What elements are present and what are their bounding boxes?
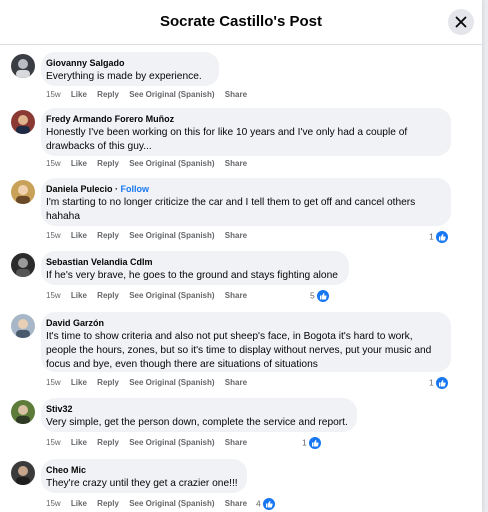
comment-actions: 15w Like Reply See Original (Spanish) Sh…: [46, 90, 255, 100]
comment-time[interactable]: 15w: [46, 159, 61, 168]
comment-text-line: drawbacks of this guy...: [46, 141, 152, 152]
comment-text-line: It's time to show criteria and also not …: [46, 331, 413, 342]
comment-actions: 15w Like Reply See Original (Spanish) Sh…: [46, 291, 255, 301]
commenter-name-link[interactable]: Daniela Pulecio: [46, 184, 113, 194]
commenter-name[interactable]: David Garzón: [46, 317, 442, 329]
reply-button[interactable]: Reply: [97, 159, 119, 168]
share-button[interactable]: Share: [225, 378, 247, 387]
comment-bubble: Cheo Mic They're crazy until they get a …: [41, 459, 247, 493]
avatar[interactable]: [11, 253, 35, 277]
reply-button[interactable]: Reply: [97, 438, 119, 447]
commenter-name: Daniela Pulecio · Follow: [46, 184, 150, 194]
reaction-count[interactable]: 1: [429, 230, 449, 244]
comment-text-line: Honestly I've been working on this for l…: [46, 127, 408, 138]
like-button[interactable]: Like: [71, 378, 87, 387]
reply-button[interactable]: Reply: [97, 378, 119, 387]
comment-bubble: David Garzón It's time to show criteria …: [41, 312, 451, 372]
share-button[interactable]: Share: [225, 90, 247, 99]
reply-button[interactable]: Reply: [97, 90, 119, 99]
reaction-count[interactable]: 5: [310, 289, 330, 303]
avatar[interactable]: [11, 461, 35, 485]
reaction-count-number: 5: [310, 290, 315, 301]
see-original-button[interactable]: See Original (Spanish): [129, 231, 214, 240]
share-button[interactable]: Share: [225, 159, 247, 168]
comment-text-line: They're crazy until they get a crazier o…: [46, 478, 238, 489]
commenter-name[interactable]: Stiv32: [46, 403, 348, 415]
avatar[interactable]: [11, 314, 35, 338]
reaction-count[interactable]: 4: [256, 497, 276, 511]
close-icon: [455, 16, 467, 28]
comment-time[interactable]: 15w: [46, 90, 61, 99]
commenter-name[interactable]: Sebastian Velandia Cdlm: [46, 256, 340, 268]
like-button[interactable]: Like: [71, 159, 87, 168]
reply-button[interactable]: Reply: [97, 231, 119, 240]
reaction-count[interactable]: 1: [302, 436, 322, 450]
comment-time[interactable]: 15w: [46, 231, 61, 240]
comment-text-line: hahaha: [46, 211, 80, 222]
see-original-button[interactable]: See Original (Spanish): [129, 90, 214, 99]
comment-text-line: I'm starting to no longer criticize the …: [46, 197, 416, 208]
share-button[interactable]: Share: [225, 499, 247, 508]
like-button[interactable]: Like: [71, 231, 87, 240]
like-button[interactable]: Like: [71, 90, 87, 99]
close-button[interactable]: [448, 9, 474, 35]
share-button[interactable]: Share: [225, 438, 247, 447]
share-button[interactable]: Share: [225, 231, 247, 240]
comment-actions: 15w Like Reply See Original (Spanish) Sh…: [46, 499, 255, 509]
comment-text-line: If he's very brave, he goes to the groun…: [46, 270, 338, 281]
comment-actions: 15w Like Reply See Original (Spanish) Sh…: [46, 159, 255, 169]
share-button[interactable]: Share: [225, 291, 247, 300]
comment-actions: 15w Like Reply See Original (Spanish) Sh…: [46, 231, 255, 241]
comment-text-line: focus and bye, even though there are sit…: [46, 359, 318, 370]
reply-button[interactable]: Reply: [97, 291, 119, 300]
comment-time[interactable]: 15w: [46, 438, 61, 447]
see-original-button[interactable]: See Original (Spanish): [129, 438, 214, 447]
comment-time[interactable]: 15w: [46, 499, 61, 508]
comment-actions: 15w Like Reply See Original (Spanish) Sh…: [46, 378, 255, 388]
modal-header: Socrate Castillo's Post: [0, 0, 482, 45]
like-icon: [434, 376, 449, 390]
like-icon: [261, 497, 276, 511]
see-original-button[interactable]: See Original (Spanish): [129, 378, 214, 387]
comment-actions: 15w Like Reply See Original (Spanish) Sh…: [46, 438, 255, 448]
comment-bubble: Stiv32 Very simple, get the person down,…: [41, 398, 357, 432]
follow-link[interactable]: Follow: [121, 184, 150, 194]
comment-bubble: Giovanny Salgado Everything is made by e…: [41, 52, 219, 86]
comment-text-line: people the hours, zones, but so it's tim…: [46, 345, 432, 356]
like-button[interactable]: Like: [71, 499, 87, 508]
commenter-name[interactable]: Fredy Armando Forero Muñoz: [46, 113, 442, 125]
avatar[interactable]: [11, 110, 35, 134]
comment-text-line: Everything is made by experience.: [46, 71, 202, 82]
commenter-name[interactable]: Giovanny Salgado: [46, 57, 210, 69]
avatar[interactable]: [11, 400, 35, 424]
reaction-count[interactable]: 1: [429, 376, 449, 390]
reaction-count-number: 1: [429, 231, 434, 242]
comment-time[interactable]: 15w: [46, 378, 61, 387]
reaction-count-number: 1: [429, 377, 434, 388]
modal-title: Socrate Castillo's Post: [160, 13, 322, 30]
like-button[interactable]: Like: [71, 438, 87, 447]
avatar[interactable]: [11, 180, 35, 204]
comment-text-line: Very simple, get the person down, comple…: [46, 417, 348, 428]
comment-time[interactable]: 15w: [46, 291, 61, 300]
reply-button[interactable]: Reply: [97, 499, 119, 508]
comment-bubble: Fredy Armando Forero Muñoz Honestly I've…: [41, 108, 451, 156]
reaction-count-number: 1: [302, 437, 307, 448]
see-original-button[interactable]: See Original (Spanish): [129, 499, 214, 508]
avatar[interactable]: [11, 54, 35, 78]
see-original-button[interactable]: See Original (Spanish): [129, 291, 214, 300]
comment-bubble: Sebastian Velandia Cdlm If he's very bra…: [41, 251, 349, 285]
post-modal: Socrate Castillo's Post Giovanny Salgado…: [0, 0, 482, 512]
commenter-name[interactable]: Cheo Mic: [46, 464, 238, 476]
see-original-button[interactable]: See Original (Spanish): [129, 159, 214, 168]
like-icon: [315, 289, 330, 303]
reaction-count-number: 4: [256, 498, 261, 509]
comment-bubble: Daniela Pulecio · Follow I'm starting to…: [41, 178, 451, 226]
like-icon: [434, 230, 449, 244]
like-icon: [307, 436, 322, 450]
like-button[interactable]: Like: [71, 291, 87, 300]
